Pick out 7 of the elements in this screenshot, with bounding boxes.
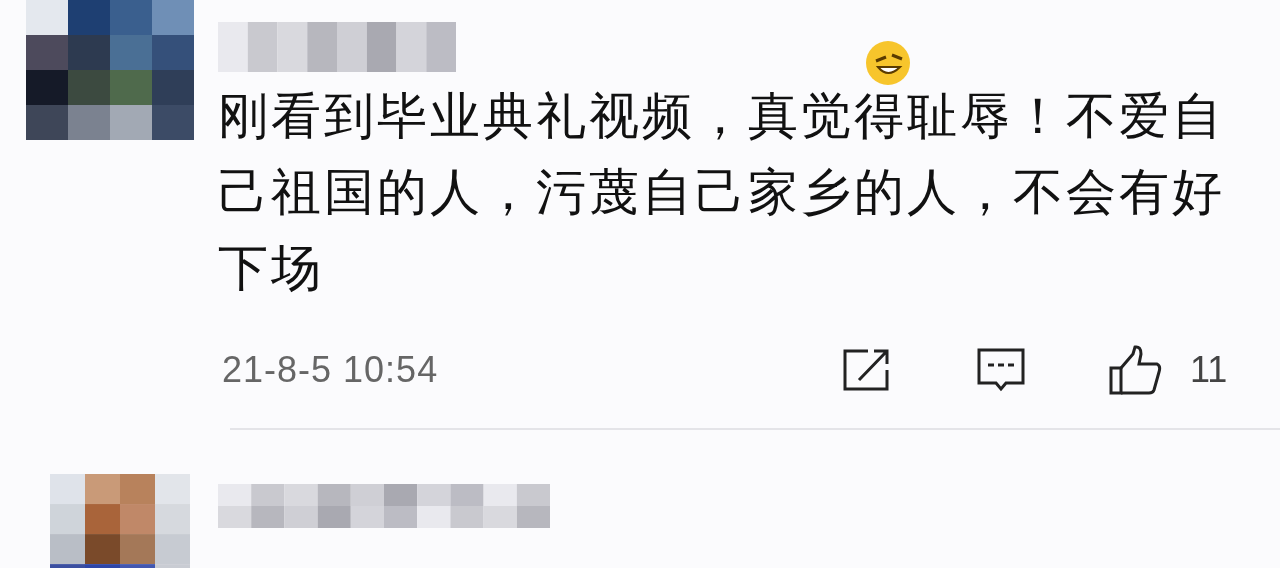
share-icon[interactable] <box>842 348 890 392</box>
grinning-emoji-icon <box>864 39 912 87</box>
timestamp: 21-8-5 10:54 <box>222 348 440 392</box>
like-count: 11 <box>1190 348 1228 392</box>
like-icon[interactable] <box>1108 344 1162 396</box>
comment-text: 刚看到毕业典礼视频，真觉得耻辱！不爱自己祖国的人，污蔑自己家乡的人，不会有好下场 <box>218 87 1226 298</box>
comment-icon[interactable] <box>976 347 1026 393</box>
